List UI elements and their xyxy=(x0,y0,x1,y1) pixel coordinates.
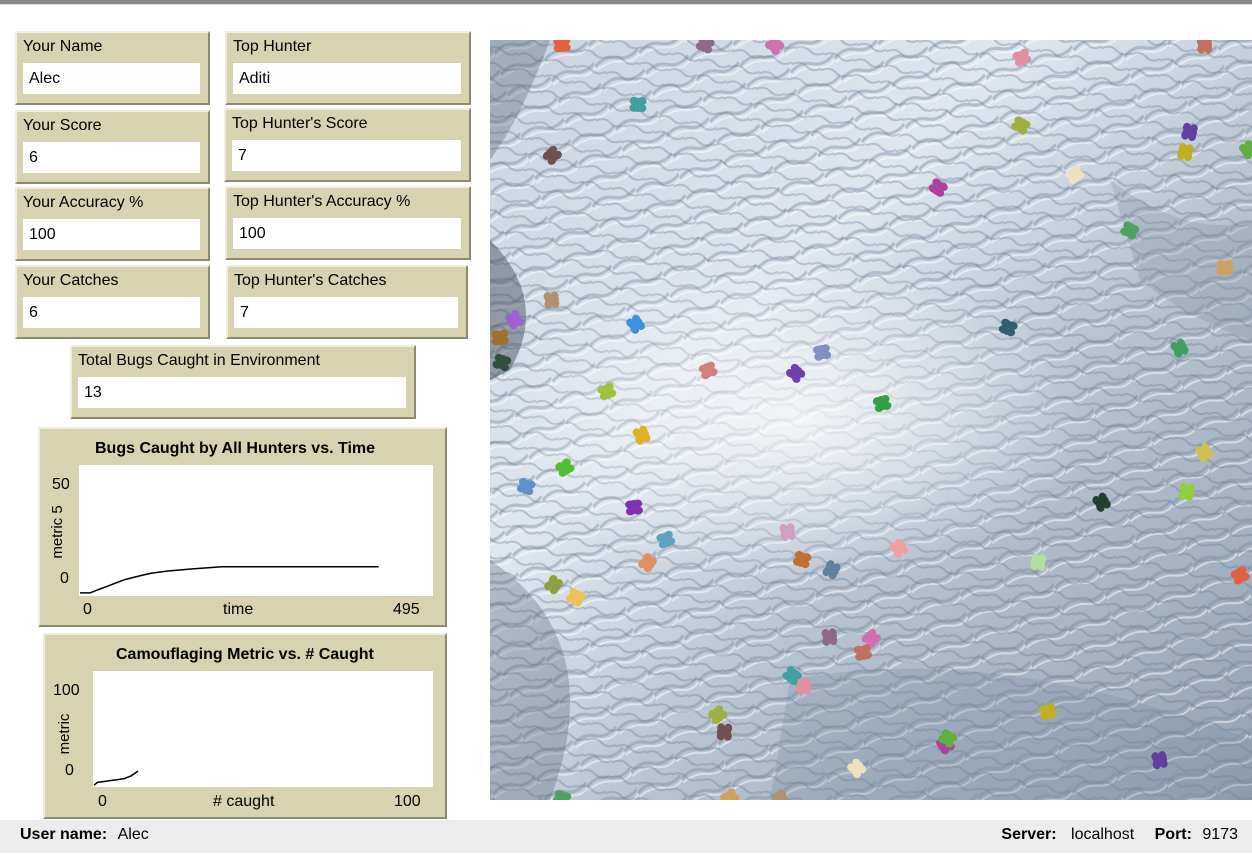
monitor-top-catches: Top Hunter's Catches 7 xyxy=(226,265,468,339)
plot-title: Camouflaging Metric vs. # Caught xyxy=(116,646,374,663)
monitor-label: Your Name xyxy=(23,38,103,55)
user-name-label: User name: xyxy=(20,826,108,843)
monitor-value: Aditi xyxy=(233,63,461,94)
bug[interactable] xyxy=(716,723,733,741)
series-line xyxy=(93,770,139,786)
monitor-value: 13 xyxy=(78,377,406,408)
x-axis-label: time xyxy=(223,601,254,618)
monitor-your-score: Your Score 6 xyxy=(15,110,210,184)
bug[interactable] xyxy=(625,499,643,516)
x-tick-label: 495 xyxy=(393,601,420,618)
monitor-label: Top Hunter's Accuracy % xyxy=(233,193,411,210)
x-tick-label: 0 xyxy=(83,601,92,618)
y-axis-label: metric 5 xyxy=(49,505,66,559)
plot-canvas xyxy=(80,565,379,594)
bug[interactable] xyxy=(543,291,560,309)
monitor-value: 100 xyxy=(233,218,461,249)
y-tick-label: 0 xyxy=(60,570,69,587)
monitor-label: Top Hunter's Catches xyxy=(234,272,387,289)
bug[interactable] xyxy=(629,96,647,113)
monitor-value: 6 xyxy=(23,142,200,173)
bug[interactable] xyxy=(821,628,838,646)
monitor-value: Alec xyxy=(23,63,200,94)
monitor-your-catches: Your Catches 6 xyxy=(15,265,210,339)
y-tick-label: 100 xyxy=(53,682,80,699)
series-line xyxy=(80,565,379,594)
x-tick-label: 100 xyxy=(394,793,421,810)
monitor-your-name: Your Name Alec xyxy=(15,31,210,105)
bug[interactable] xyxy=(1216,259,1234,276)
plot-bugs-caught: Bugs Caught by All Hunters vs. Time 50 0… xyxy=(38,427,447,627)
monitor-label: Your Score xyxy=(23,117,102,134)
port-value: 9173 xyxy=(1202,826,1238,843)
monitor-value: 7 xyxy=(234,297,458,328)
plot-area xyxy=(79,465,433,596)
x-axis-label: # caught xyxy=(213,793,275,810)
bug[interactable] xyxy=(553,40,571,53)
monitor-value: 7 xyxy=(232,140,461,171)
monitor-top-score: Top Hunter's Score 7 xyxy=(224,108,471,182)
y-tick-label: 0 xyxy=(65,762,74,779)
monitor-top-accuracy: Top Hunter's Accuracy % 100 xyxy=(225,186,471,260)
monitor-top-hunter: Top Hunter Aditi xyxy=(225,31,471,105)
monitor-label: Your Catches xyxy=(23,272,119,289)
monitor-label: Top Hunter's Score xyxy=(232,115,368,132)
world-canvas[interactable] xyxy=(490,40,1252,800)
bug[interactable] xyxy=(491,329,509,346)
user-name-value: Alec xyxy=(117,826,149,843)
monitor-label: Your Accuracy % xyxy=(23,194,144,211)
x-tick-label: 0 xyxy=(98,793,107,810)
monitor-total-bugs: Total Bugs Caught in Environment 13 xyxy=(70,345,416,419)
bug[interactable] xyxy=(795,677,812,695)
plot-camouflage-metric: Camouflaging Metric vs. # Caught 100 0 m… xyxy=(43,633,447,819)
monitor-label: Top Hunter xyxy=(233,38,312,55)
bug[interactable] xyxy=(779,523,796,542)
bug[interactable] xyxy=(1030,553,1047,572)
server-value: localhost xyxy=(1071,826,1135,843)
server-label: Server: xyxy=(1001,826,1057,843)
status-bar: User name: Alec Server: localhost Port: … xyxy=(0,820,1252,853)
plot-title: Bugs Caught by All Hunters vs. Time xyxy=(95,440,376,457)
window-top-border-highlight xyxy=(0,4,1252,5)
y-tick-label: 50 xyxy=(52,476,70,493)
plot-area xyxy=(93,671,433,787)
plot-canvas xyxy=(93,770,139,786)
port-label: Port: xyxy=(1154,826,1192,843)
world-view[interactable] xyxy=(490,40,1252,800)
monitor-value: 100 xyxy=(23,219,200,250)
monitor-your-accuracy: Your Accuracy % 100 xyxy=(15,187,210,261)
monitor-value: 6 xyxy=(23,297,200,328)
monitor-label: Total Bugs Caught in Environment xyxy=(78,352,320,369)
y-axis-label: metric xyxy=(56,713,73,755)
